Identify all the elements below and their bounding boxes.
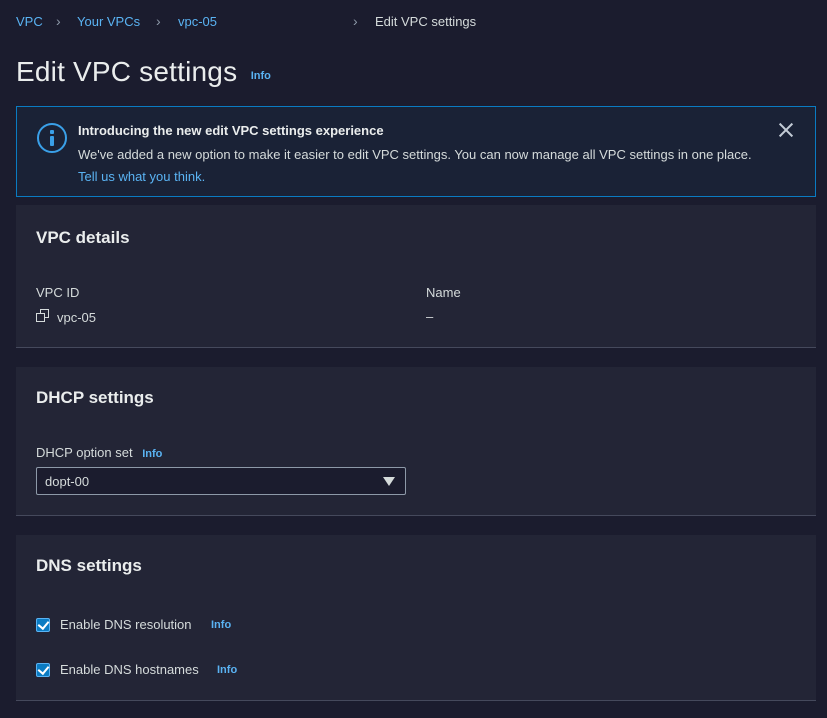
breadcrumb-chevron-icon: ›	[56, 13, 61, 29]
dns-resolution-label[interactable]: Enable DNS resolution	[60, 617, 192, 632]
dns-settings-title: DNS settings	[36, 556, 142, 575]
dns-hostnames-checkbox[interactable]	[36, 663, 50, 677]
breadcrumb-your-vpcs[interactable]: Your VPCs	[77, 14, 140, 29]
name-value: –	[426, 309, 434, 324]
copy-icon[interactable]	[36, 309, 49, 322]
close-icon[interactable]	[777, 121, 795, 139]
flash-title: Introducing the new edit VPC settings ex…	[78, 123, 384, 138]
dhcp-selected-value: dopt-00	[45, 474, 90, 489]
info-circle-icon	[37, 123, 67, 153]
dns-resolution-checkbox[interactable]	[36, 618, 50, 632]
feedback-link[interactable]: Tell us what you think.	[78, 169, 205, 184]
breadcrumb-vpc[interactable]: VPC	[16, 14, 43, 29]
vpc-details-panel: VPC details VPC ID vpc-05 Name –	[16, 205, 816, 348]
page-title: Edit VPC settings	[16, 56, 238, 87]
dns-hostnames-info-link[interactable]: Info	[217, 664, 237, 676]
dns-hostnames-label[interactable]: Enable DNS hostnames	[60, 662, 199, 677]
dhcp-option-set-label-text: DHCP option set	[36, 445, 133, 460]
dns-resolution-info-link[interactable]: Info	[211, 619, 231, 631]
caret-down-icon	[383, 477, 395, 486]
flash-body: We've added a new option to make it easi…	[78, 144, 763, 188]
info-flash-banner: Introducing the new edit VPC settings ex…	[16, 106, 816, 197]
page-info-link[interactable]: Info	[251, 70, 271, 82]
breadcrumb-vpc-id[interactable]: vpc-05	[178, 14, 217, 29]
page-header: Edit VPC settings Info	[16, 56, 271, 90]
dns-settings-panel: DNS settings Enable DNS resolution Info …	[16, 535, 816, 701]
flash-message: We've added a new option to make it easi…	[78, 147, 752, 162]
breadcrumb-current: Edit VPC settings	[375, 14, 477, 29]
breadcrumb-chevron-icon: ›	[156, 13, 161, 29]
breadcrumb-chevron-icon: ›	[353, 13, 358, 29]
vpc-details-title: VPC details	[36, 228, 130, 247]
dhcp-option-set-select[interactable]: dopt-00	[36, 467, 406, 495]
dhcp-option-set-label: DHCP option set Info	[36, 445, 162, 460]
edit-vpc-settings-page: VPC › Your VPCs › vpc-05 › Edit VPC sett…	[0, 0, 827, 718]
dhcp-settings-title: DHCP settings	[36, 388, 154, 407]
vpc-id-label: VPC ID	[36, 285, 80, 300]
dhcp-info-link[interactable]: Info	[142, 448, 162, 460]
name-label: Name	[426, 285, 461, 300]
dhcp-settings-panel: DHCP settings DHCP option set Info dopt-…	[16, 367, 816, 516]
vpc-id-value: vpc-05	[57, 310, 97, 325]
